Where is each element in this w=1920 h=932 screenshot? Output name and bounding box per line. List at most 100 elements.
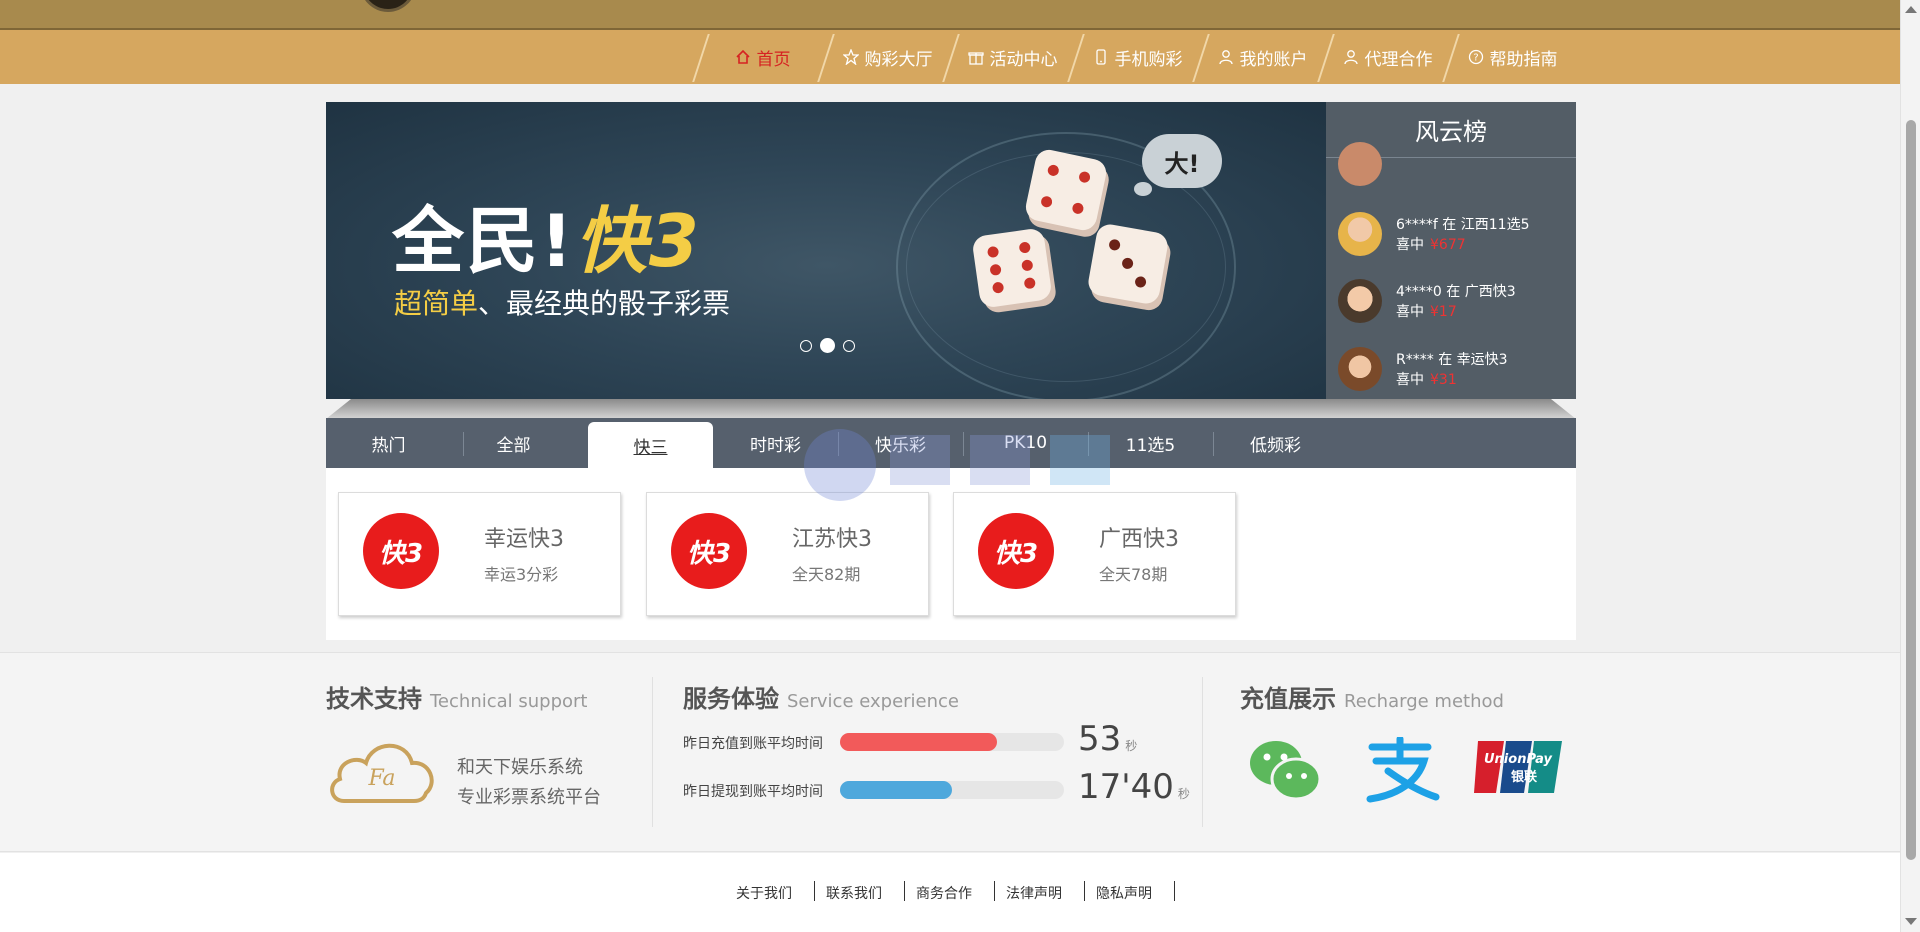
avatar bbox=[1338, 279, 1382, 323]
agent-icon bbox=[1343, 50, 1358, 65]
progress-fill bbox=[840, 781, 952, 799]
nav-label: 我的账户 bbox=[1239, 49, 1308, 70]
nav-item-account[interactable]: 我的账户 bbox=[1200, 30, 1325, 84]
section-title-cn: 服务体验 bbox=[683, 685, 779, 713]
leaderboard-prep: 在 bbox=[1438, 352, 1453, 368]
leaderboard-win-line: 喜中 ¥677 bbox=[1396, 234, 1466, 254]
gift-icon bbox=[967, 52, 984, 65]
scrollbar-thumb[interactable] bbox=[1906, 120, 1916, 860]
leaderboard-prep: 在 bbox=[1442, 217, 1457, 233]
tab-ssc[interactable]: 时时彩 bbox=[713, 418, 838, 468]
tab-klc[interactable]: 快乐彩 bbox=[838, 418, 963, 468]
nav-label: 活动中心 bbox=[989, 49, 1058, 70]
nav-item-activities[interactable]: 活动中心 bbox=[950, 30, 1075, 84]
footer-link-contact[interactable]: 联系我们 bbox=[826, 883, 882, 903]
tab-hot[interactable]: 热门 bbox=[326, 418, 451, 468]
game-name: 幸运快3 bbox=[484, 527, 564, 552]
tab-k3[interactable]: 快三 bbox=[588, 422, 713, 468]
leaderboard-amount: ¥677 bbox=[1430, 237, 1466, 253]
carousel-dot[interactable] bbox=[800, 339, 812, 352]
leaderboard-lottery: 广西快3 bbox=[1464, 284, 1516, 300]
carousel-dot-active[interactable] bbox=[820, 338, 835, 353]
nav-label: 购彩大厅 bbox=[864, 49, 933, 70]
footer-separator bbox=[814, 881, 815, 901]
nav-label: 首页 bbox=[756, 49, 791, 70]
carousel-dot[interactable] bbox=[843, 339, 855, 352]
main-nav: 首页 购彩大厅 活动中心 手机购彩 我的账户 代理合作 ? 帮助指南 bbox=[0, 30, 1900, 84]
section-divider bbox=[652, 677, 653, 827]
svg-text:Fa: Fa bbox=[368, 766, 396, 791]
section-title-en: Technical support bbox=[430, 691, 588, 712]
game-desc: 幸运3分彩 bbox=[484, 565, 559, 584]
die-three bbox=[1086, 222, 1170, 306]
game-card[interactable]: 快3 幸运快3 幸运3分彩 bbox=[338, 492, 621, 616]
footer-link-privacy[interactable]: 隐私声明 bbox=[1096, 883, 1152, 903]
promo-banner[interactable]: 全民!快3 超简单、最经典的骰子彩票 大! bbox=[326, 102, 1326, 399]
stat-number: 17'40 bbox=[1078, 767, 1174, 807]
service-title: 服务体验 Service experience bbox=[683, 679, 959, 714]
leaderboard-lottery: 江西11选5 bbox=[1460, 217, 1530, 233]
nav-item-mobile[interactable]: 手机购彩 bbox=[1075, 30, 1200, 84]
scroll-down-arrow-icon[interactable] bbox=[1905, 918, 1917, 925]
nav-item-help[interactable]: ? 帮助指南 bbox=[1450, 30, 1575, 84]
banner-title: 全民!快3 bbox=[392, 182, 701, 287]
banner-subtitle-rest: 、最经典的骰子彩票 bbox=[478, 287, 731, 320]
section-title-cn: 充值展示 bbox=[1240, 685, 1336, 713]
site-logo[interactable] bbox=[360, 0, 416, 12]
svg-text:银联: 银联 bbox=[1511, 769, 1537, 785]
star-icon bbox=[842, 49, 859, 65]
wechat-pay-icon bbox=[1250, 741, 1322, 801]
banner-title-main: 全民! bbox=[392, 199, 575, 283]
game-card[interactable]: 快3 广西快3 全天78期 bbox=[953, 492, 1236, 616]
nav-label: 代理合作 bbox=[1364, 49, 1433, 70]
leaderboard-user: 4****0 bbox=[1396, 284, 1442, 300]
progress-fill bbox=[840, 733, 997, 751]
footer-separator bbox=[1174, 881, 1175, 901]
tab-low-freq[interactable]: 低频彩 bbox=[1213, 418, 1338, 468]
cloud-logo-icon: Fa bbox=[330, 743, 434, 803]
tech-line-1: 和天下娱乐系统 bbox=[457, 757, 583, 778]
speech-bubble-tail bbox=[1134, 182, 1152, 196]
tab-11x5[interactable]: 11选5 bbox=[1088, 418, 1213, 468]
section-title-en: Service experience bbox=[787, 691, 960, 712]
leaderboard-win-label: 喜中 bbox=[1396, 372, 1424, 388]
footer-separator bbox=[994, 881, 995, 901]
banner-subtitle-highlight: 超简单 bbox=[394, 287, 479, 320]
lottery-tabs: 热门 全部 快三 时时彩 快乐彩 PK10 11选5 低频彩 bbox=[326, 418, 1576, 468]
leaderboard-prep: 在 bbox=[1446, 284, 1461, 300]
phone-icon bbox=[1095, 49, 1106, 65]
tab-pk10[interactable]: PK10 bbox=[963, 418, 1088, 468]
unionpay-icon: UnionPay 银联 bbox=[1474, 741, 1562, 793]
section-divider bbox=[1202, 677, 1203, 827]
footer-link-legal[interactable]: 法律声明 bbox=[1006, 883, 1062, 903]
leaderboard-amount: ¥31 bbox=[1430, 372, 1457, 388]
footer-link-about[interactable]: 关于我们 bbox=[736, 883, 792, 903]
progress-track bbox=[840, 781, 1064, 799]
k3-logo-icon: 快3 bbox=[363, 513, 439, 589]
svg-text:?: ? bbox=[1473, 53, 1478, 64]
nav-item-lottery-hall[interactable]: 购彩大厅 bbox=[825, 30, 950, 84]
tech-support-title: 技术支持 Technical support bbox=[326, 679, 587, 714]
nav-item-agent[interactable]: 代理合作 bbox=[1325, 30, 1450, 84]
avatar bbox=[1338, 347, 1382, 391]
footer-link-business[interactable]: 商务合作 bbox=[916, 883, 972, 903]
svg-text:UnionPay: UnionPay bbox=[1484, 752, 1553, 767]
leaderboard: 风云榜 6****f 在 江西11选5 喜中 ¥677 4****0 在 广西快3… bbox=[1326, 102, 1576, 399]
game-card[interactable]: 快3 江苏快3 全天82期 bbox=[646, 492, 929, 616]
leaderboard-user-line: R**** 在 幸运快3 bbox=[1396, 349, 1508, 369]
page-scrollbar[interactable] bbox=[1900, 0, 1920, 932]
recharge-title: 充值展示 Recharge method bbox=[1240, 679, 1504, 714]
k3-logo-icon: 快3 bbox=[978, 513, 1054, 589]
tab-all[interactable]: 全部 bbox=[451, 418, 576, 468]
game-name: 江苏快3 bbox=[792, 527, 872, 552]
leaderboard-user: 6****f bbox=[1396, 217, 1438, 233]
stat-unit: 秒 bbox=[1177, 787, 1190, 801]
avatar bbox=[1338, 212, 1382, 256]
nav-item-home[interactable]: 首页 bbox=[700, 30, 825, 84]
leaderboard-lottery: 幸运快3 bbox=[1456, 352, 1508, 368]
scroll-up-arrow-icon[interactable] bbox=[1905, 6, 1917, 13]
leaderboard-row: R**** 在 幸运快3 喜中 ¥31 bbox=[1338, 343, 1568, 395]
section-title-en: Recharge method bbox=[1344, 691, 1504, 712]
stat-label: 昨日提现到账平均时间 bbox=[683, 784, 823, 800]
footer-separator bbox=[1084, 881, 1085, 901]
